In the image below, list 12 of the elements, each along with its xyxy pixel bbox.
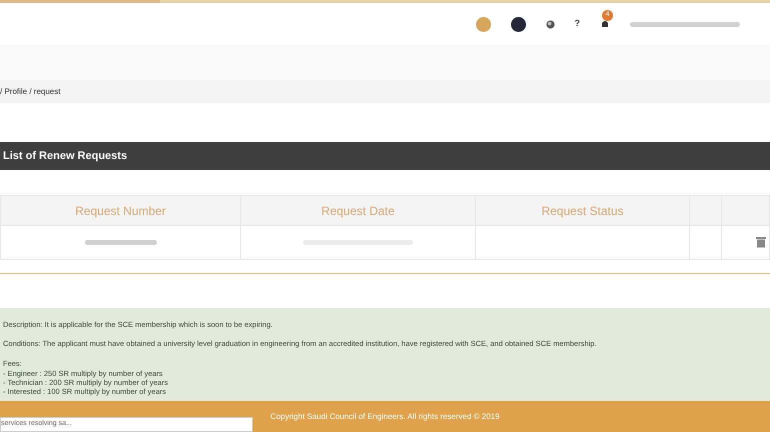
bell-icon[interactable] xyxy=(600,19,610,29)
color-swatch-icon[interactable] xyxy=(510,16,526,32)
color-swatch-icon[interactable] xyxy=(476,16,490,32)
copyright-text: Copyright Saudi Council of Engineers. All rights reserved © 2019 xyxy=(270,410,500,422)
column-header: Request Date xyxy=(240,196,476,226)
globe-icon[interactable] xyxy=(546,20,554,28)
column-header: Request Status xyxy=(476,196,690,226)
panel-title: List of Renew Requests xyxy=(3,148,128,164)
column-header: Request Number xyxy=(0,196,240,226)
help-button[interactable]: ? xyxy=(574,17,580,31)
breadcrumb: / Profile / request xyxy=(0,86,60,98)
trash-icon[interactable] xyxy=(756,236,766,248)
